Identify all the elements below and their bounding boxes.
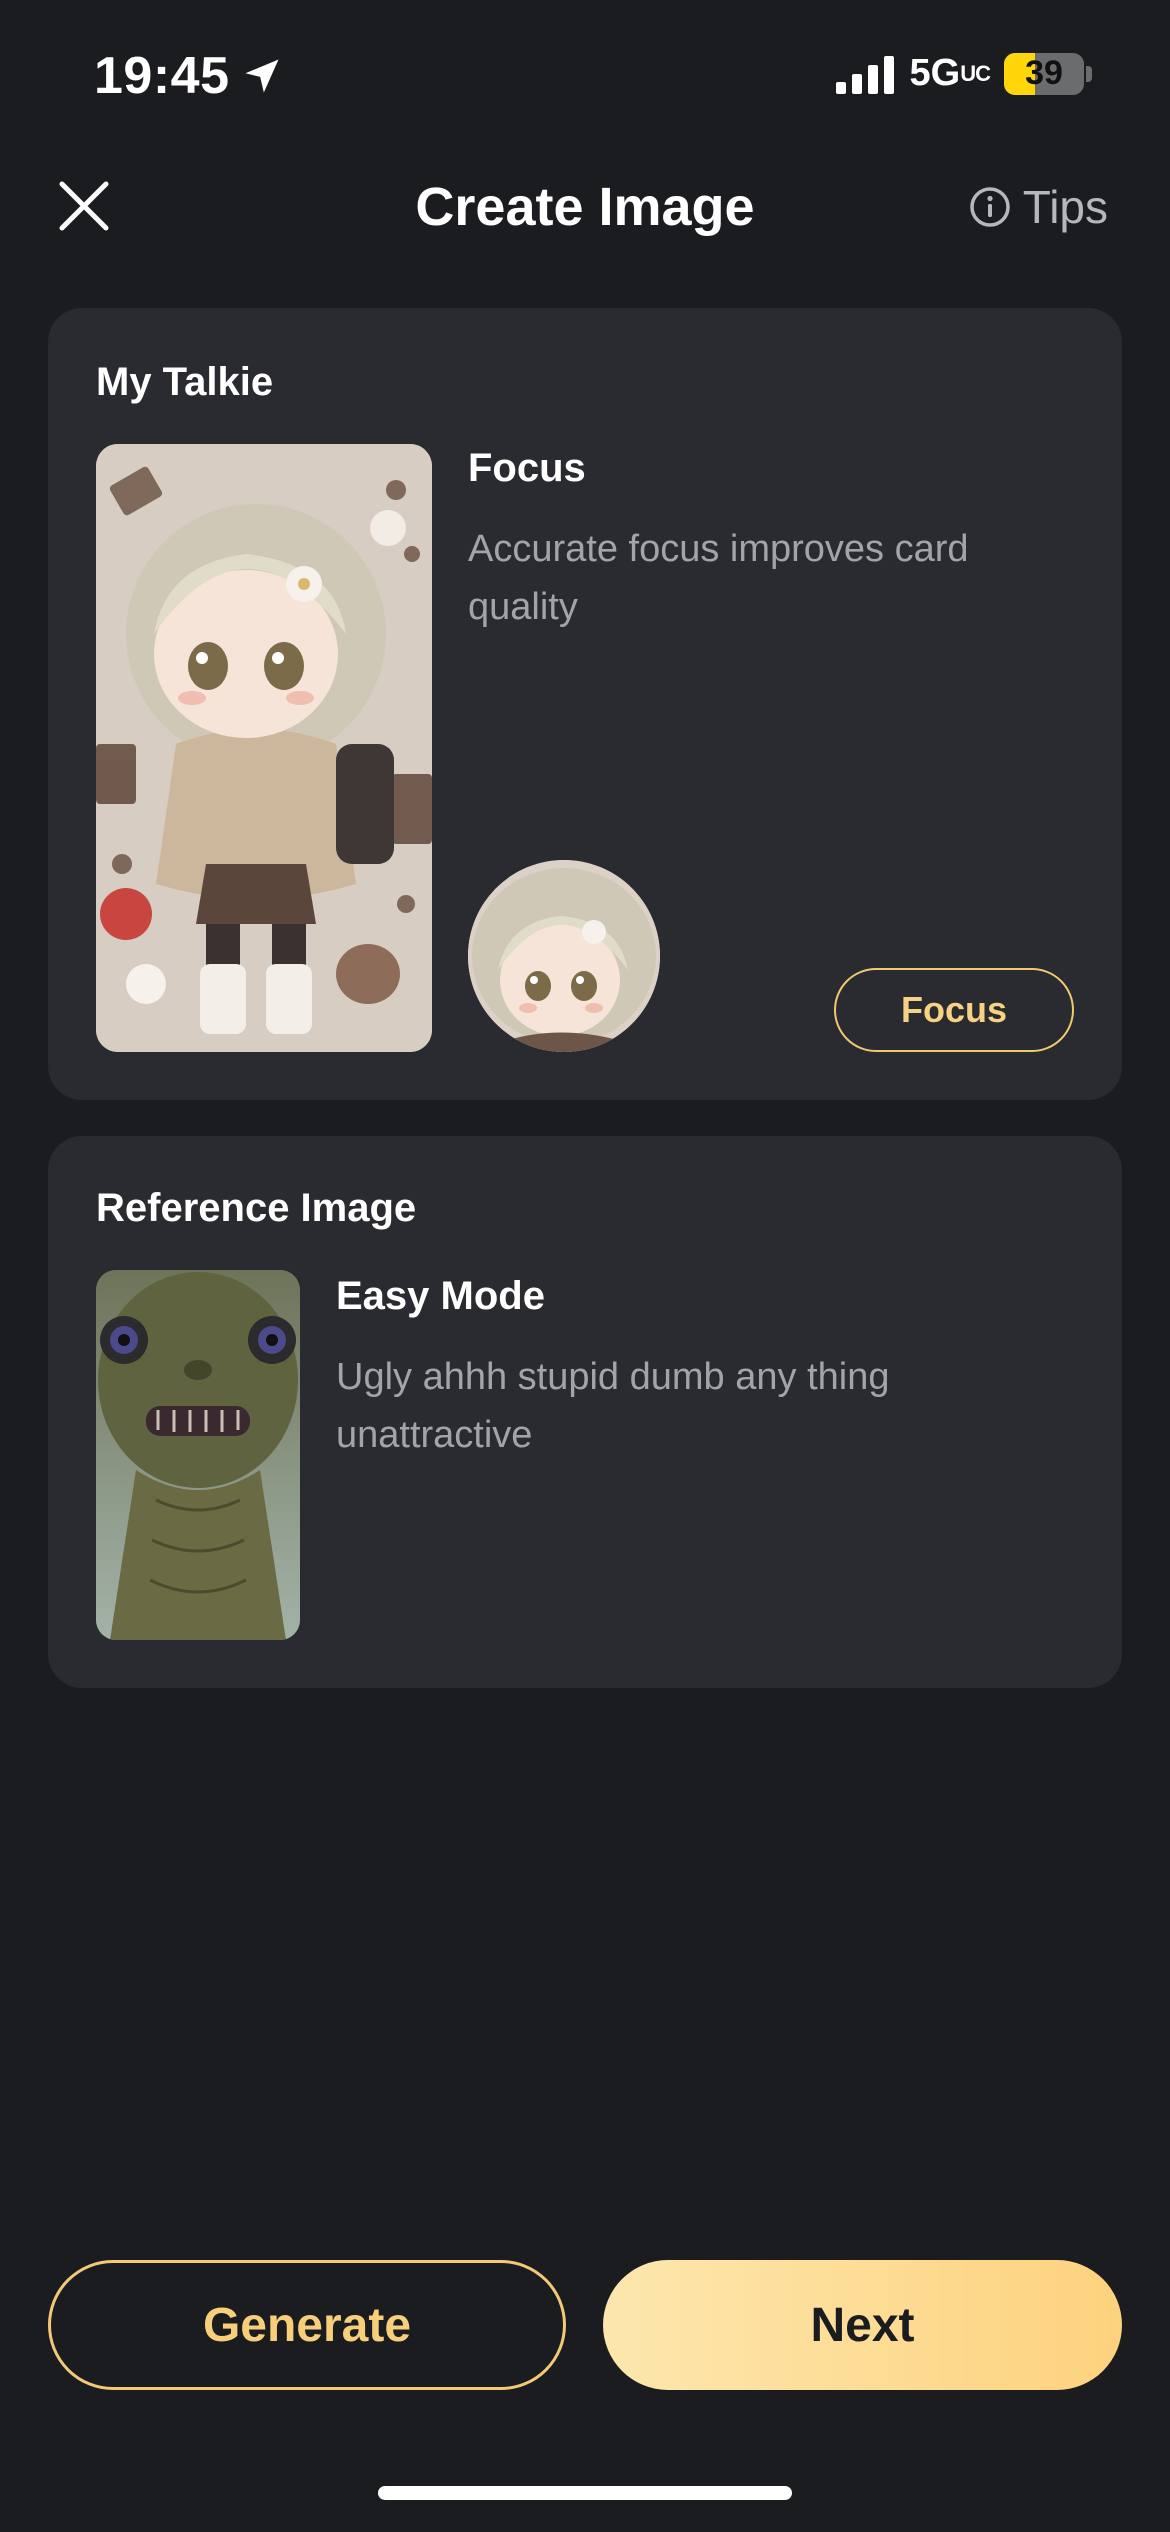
- focus-title: Focus: [468, 446, 586, 490]
- reference-image-card: Reference Image Easy Mode Ugly ahhh stup…: [48, 1136, 1122, 1688]
- network-label: 5G: [909, 52, 961, 94]
- talkie-character-image[interactable]: [96, 444, 432, 1052]
- battery-percentage: 39: [1025, 54, 1063, 92]
- creature-illustration: [96, 1270, 300, 1640]
- my-talkie-heading: My Talkie: [96, 360, 274, 404]
- reference-image-thumbnail[interactable]: [96, 1270, 300, 1640]
- status-time-text: 19:45: [94, 47, 230, 105]
- avatar-illustration: [468, 860, 660, 1052]
- location-arrow-icon: [245, 59, 278, 93]
- create-image-screen: 19:45 5GUC 39 Create Image Tips My Talki…: [0, 0, 1170, 2532]
- easy-mode-description: Ugly ahhh stupid dumb any thing unattrac…: [336, 1356, 890, 1456]
- battery-tip: [1086, 65, 1092, 82]
- status-indicators: 5GUC 39: [835, 52, 1092, 95]
- focus-description: Accurate focus improves card quality: [468, 528, 969, 628]
- cellular-signal-icon: [835, 55, 894, 94]
- network-type: 5GUC: [909, 52, 991, 95]
- info-icon: [970, 187, 1010, 227]
- easy-mode-title: Easy Mode: [336, 1274, 545, 1318]
- tips-button[interactable]: Tips: [969, 180, 1108, 234]
- network-sub-label: UC: [960, 61, 991, 86]
- tips-label: Tips: [1022, 181, 1108, 233]
- my-talkie-card: My Talkie Focus Accurate focus improves …: [48, 308, 1122, 1100]
- focus-avatar-preview[interactable]: [468, 860, 660, 1052]
- focus-button[interactable]: Focus: [834, 968, 1074, 1052]
- battery-icon: 39: [1004, 52, 1084, 95]
- chibi-character-illustration: [96, 444, 432, 1052]
- status-time: 19:45: [94, 46, 284, 106]
- home-indicator[interactable]: [378, 2486, 792, 2500]
- next-button[interactable]: Next: [603, 2260, 1122, 2390]
- generate-button[interactable]: Generate: [48, 2260, 566, 2390]
- reference-image-heading: Reference Image: [96, 1186, 417, 1230]
